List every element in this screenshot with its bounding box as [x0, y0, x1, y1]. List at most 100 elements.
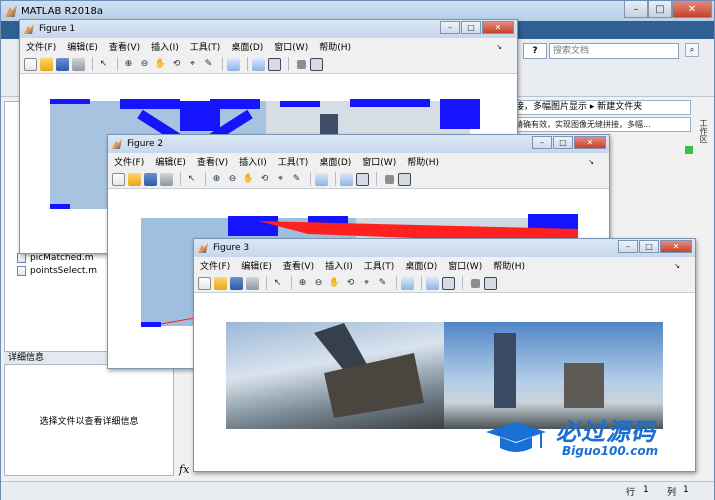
menu-tools[interactable]: 工具(T) — [278, 155, 309, 168]
menu-help[interactable]: 帮助(H) — [407, 155, 439, 168]
current-folder-path[interactable]: 接，多幅图片显示 ▸ 新建文件夹 — [511, 100, 691, 115]
rotate-3d-icon[interactable]: ⟲ — [344, 277, 357, 290]
select-arrow-icon[interactable]: ↖ — [97, 58, 110, 71]
help-button[interactable]: ? — [523, 43, 547, 59]
maximize-button[interactable]: □ — [648, 1, 672, 18]
select-arrow-icon[interactable]: ↖ — [185, 173, 198, 186]
figure-maximize-button[interactable]: □ — [553, 136, 573, 149]
figure-close-button[interactable]: ✕ — [660, 240, 692, 253]
menu-tools[interactable]: 工具(T) — [364, 259, 395, 272]
figure-titlebar: Figure 1 – □ ✕ — [20, 20, 517, 38]
pan-hand-icon[interactable]: ✋ — [328, 277, 341, 290]
menu-window[interactable]: 窗口(W) — [362, 155, 396, 168]
link-plot-icon[interactable] — [227, 57, 240, 71]
save-icon[interactable] — [144, 172, 157, 186]
menu-dock-arrow-icon[interactable]: ↘ — [588, 158, 594, 166]
watermark-logo: 必过源码 Biguo100.com — [486, 412, 696, 464]
menu-help[interactable]: 帮助(H) — [493, 259, 525, 272]
open-file-icon[interactable] — [128, 172, 141, 186]
menu-view[interactable]: 查看(V) — [283, 259, 314, 272]
brush-icon[interactable]: ✎ — [202, 58, 215, 71]
minimize-button[interactable]: – — [624, 1, 648, 18]
open-file-icon[interactable] — [214, 276, 227, 290]
toolbar-separator — [117, 57, 118, 71]
figure-maximize-button[interactable]: □ — [461, 21, 481, 34]
menu-view[interactable]: 查看(V) — [109, 40, 140, 53]
figure-titlebar: Figure 2 – □ ✕ — [108, 135, 609, 153]
menu-edit[interactable]: 编辑(E) — [155, 155, 186, 168]
figure-toolbar: ↖ ⊕ ⊖ ✋ ⟲ ⌖ ✎ — [194, 274, 695, 293]
colorbar-icon[interactable] — [252, 57, 265, 71]
brush-icon[interactable]: ✎ — [376, 277, 389, 290]
hide-plot-tools-icon[interactable] — [297, 59, 306, 69]
brush-icon[interactable]: ✎ — [290, 173, 303, 186]
menu-dock-arrow-icon[interactable]: ↘ — [496, 43, 502, 51]
status-indicator-icon — [685, 146, 693, 154]
menu-file[interactable]: 文件(F) — [26, 40, 56, 53]
data-cursor-icon[interactable]: ⌖ — [186, 58, 199, 71]
search-documentation-input[interactable]: 搜索文档 — [549, 43, 679, 59]
rotate-3d-icon[interactable]: ⟲ — [170, 58, 183, 71]
legend-icon[interactable] — [442, 276, 455, 290]
new-figure-icon[interactable] — [112, 172, 125, 186]
close-button[interactable]: ✕ — [672, 1, 712, 18]
menu-file[interactable]: 文件(F) — [200, 259, 230, 272]
figure-minimize-button[interactable]: – — [618, 240, 638, 253]
figure-close-button[interactable]: ✕ — [574, 136, 606, 149]
open-file-icon[interactable] — [40, 57, 53, 71]
menu-help[interactable]: 帮助(H) — [319, 40, 351, 53]
print-icon[interactable] — [160, 172, 173, 186]
menu-view[interactable]: 查看(V) — [197, 155, 228, 168]
show-plot-tools-icon[interactable] — [310, 57, 323, 71]
workspace-side-tab[interactable]: 工作区 — [695, 119, 709, 149]
menu-window[interactable]: 窗口(W) — [274, 40, 308, 53]
figure-minimize-button[interactable]: – — [532, 136, 552, 149]
figure-maximize-button[interactable]: □ — [639, 240, 659, 253]
save-icon[interactable] — [56, 57, 69, 71]
zoom-in-icon[interactable]: ⊕ — [210, 173, 223, 186]
hide-plot-tools-icon[interactable] — [385, 174, 394, 184]
menu-edit[interactable]: 编辑(E) — [67, 40, 98, 53]
new-figure-icon[interactable] — [198, 276, 211, 290]
pan-hand-icon[interactable]: ✋ — [242, 173, 255, 186]
link-plot-icon[interactable] — [401, 276, 414, 290]
menu-desktop[interactable]: 桌面(D) — [231, 40, 263, 53]
m-file-icon — [17, 265, 26, 276]
menu-file[interactable]: 文件(F) — [114, 155, 144, 168]
print-icon[interactable] — [72, 57, 85, 71]
hide-plot-tools-icon[interactable] — [471, 278, 480, 288]
show-plot-tools-icon[interactable] — [484, 276, 497, 290]
show-plot-tools-icon[interactable] — [398, 172, 411, 186]
legend-icon[interactable] — [356, 172, 369, 186]
print-icon[interactable] — [246, 276, 259, 290]
menu-insert[interactable]: 插入(I) — [151, 40, 179, 53]
colorbar-icon[interactable] — [426, 276, 439, 290]
menu-desktop[interactable]: 桌面(D) — [405, 259, 437, 272]
menu-insert[interactable]: 插入(I) — [239, 155, 267, 168]
figure-minimize-button[interactable]: – — [440, 21, 460, 34]
figure-close-button[interactable]: ✕ — [482, 21, 514, 34]
menu-desktop[interactable]: 桌面(D) — [319, 155, 351, 168]
menu-insert[interactable]: 插入(I) — [325, 259, 353, 272]
pan-hand-icon[interactable]: ✋ — [154, 58, 167, 71]
legend-icon[interactable] — [268, 57, 281, 71]
data-cursor-icon[interactable]: ⌖ — [274, 173, 287, 186]
menu-edit[interactable]: 编辑(E) — [241, 259, 272, 272]
zoom-out-icon[interactable]: ⊖ — [138, 58, 151, 71]
menu-window[interactable]: 窗口(W) — [448, 259, 482, 272]
link-plot-icon[interactable] — [315, 172, 328, 186]
rotate-3d-icon[interactable]: ⟲ — [258, 173, 271, 186]
search-icon[interactable]: ⌕ — [685, 43, 699, 57]
menu-tools[interactable]: 工具(T) — [190, 40, 221, 53]
menu-dock-arrow-icon[interactable]: ↘ — [674, 262, 680, 270]
save-icon[interactable] — [230, 276, 243, 290]
colorbar-icon[interactable] — [340, 172, 353, 186]
select-arrow-icon[interactable]: ↖ — [271, 277, 284, 290]
zoom-out-icon[interactable]: ⊖ — [226, 173, 239, 186]
new-figure-icon[interactable] — [24, 57, 37, 71]
data-cursor-icon[interactable]: ⌖ — [360, 277, 373, 290]
list-item[interactable]: pointsSelect.m — [17, 264, 97, 277]
zoom-in-icon[interactable]: ⊕ — [122, 58, 135, 71]
zoom-out-icon[interactable]: ⊖ — [312, 277, 325, 290]
zoom-in-icon[interactable]: ⊕ — [296, 277, 309, 290]
